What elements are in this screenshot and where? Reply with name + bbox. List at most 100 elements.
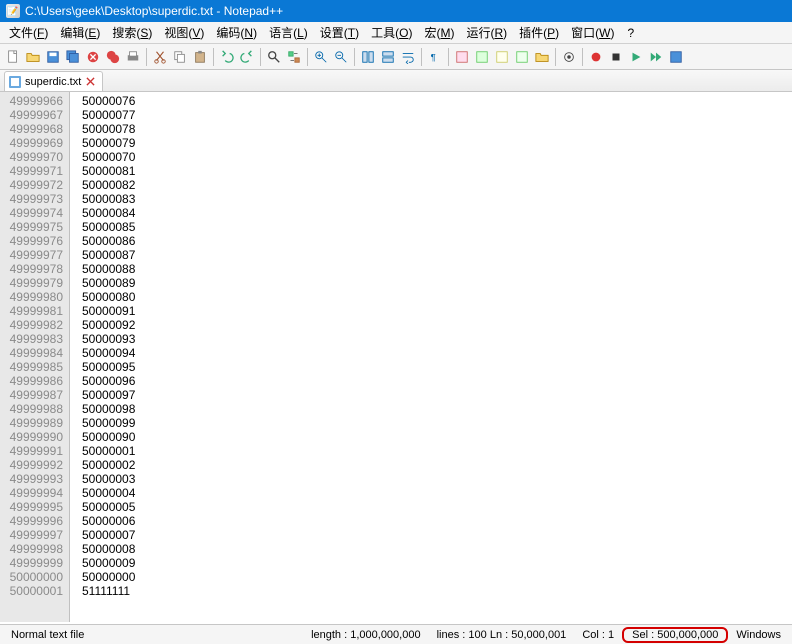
text-line[interactable]: 51111111 <box>82 584 792 598</box>
funclist-icon[interactable] <box>513 48 531 66</box>
folder-icon[interactable] <box>533 48 551 66</box>
replace-icon[interactable] <box>285 48 303 66</box>
line-number: 49999973 <box>0 192 69 206</box>
text-line[interactable]: 50000082 <box>82 178 792 192</box>
text-line[interactable]: 50000070 <box>82 150 792 164</box>
zoom-in-icon[interactable] <box>312 48 330 66</box>
tab-active[interactable]: superdic.txt <box>4 71 103 91</box>
save-macro-icon[interactable] <box>667 48 685 66</box>
menu-p[interactable]: 插件(P) <box>514 22 564 43</box>
line-number: 49999989 <box>0 416 69 430</box>
text-line[interactable]: 50000098 <box>82 402 792 416</box>
undo-icon[interactable] <box>218 48 236 66</box>
text-line[interactable]: 50000079 <box>82 136 792 150</box>
title-bar: 📝 C:\Users\geek\Desktop\superdic.txt - N… <box>0 0 792 22</box>
close-icon[interactable] <box>84 48 102 66</box>
text-line[interactable]: 50000092 <box>82 318 792 332</box>
close-all-icon[interactable] <box>104 48 122 66</box>
open-file-icon[interactable] <box>24 48 42 66</box>
new-file-icon[interactable] <box>4 48 22 66</box>
line-number: 49999991 <box>0 444 69 458</box>
sync-v-icon[interactable] <box>359 48 377 66</box>
show-chars-icon[interactable]: ¶ <box>426 48 444 66</box>
text-line[interactable]: 50000077 <box>82 108 792 122</box>
window-title: C:\Users\geek\Desktop\superdic.txt - Not… <box>25 4 283 18</box>
status-lines: lines : 100 Ln : 50,000,001 <box>429 629 575 641</box>
text-line[interactable]: 50000085 <box>82 220 792 234</box>
tab-close-icon[interactable] <box>85 76 96 87</box>
line-number: 49999977 <box>0 248 69 262</box>
text-line[interactable]: 50000094 <box>82 346 792 360</box>
text-line[interactable]: 50000093 <box>82 332 792 346</box>
menu-e[interactable]: 编辑(E) <box>55 22 105 43</box>
text-line[interactable]: 50000080 <box>82 290 792 304</box>
menu-w[interactable]: 窗口(W) <box>566 22 619 43</box>
svg-text:¶: ¶ <box>431 52 436 63</box>
paste-icon[interactable] <box>191 48 209 66</box>
status-length: length : 1,000,000,000 <box>303 629 429 641</box>
line-number: 49999979 <box>0 276 69 290</box>
menu-r[interactable]: 运行(R) <box>461 22 512 43</box>
text-line[interactable]: 50000000 <box>82 570 792 584</box>
app-icon: 📝 <box>6 4 20 18</box>
monitor-icon[interactable] <box>560 48 578 66</box>
print-icon[interactable] <box>124 48 142 66</box>
text-line[interactable]: 50000002 <box>82 458 792 472</box>
text-line[interactable]: 50000004 <box>82 486 792 500</box>
text-line[interactable]: 50000086 <box>82 234 792 248</box>
menu-l[interactable]: 语言(L) <box>264 22 313 43</box>
sync-h-icon[interactable] <box>379 48 397 66</box>
text-line[interactable]: 50000087 <box>82 248 792 262</box>
record-icon[interactable] <box>587 48 605 66</box>
menu-m[interactable]: 宏(M) <box>419 22 459 43</box>
text-line[interactable]: 50000006 <box>82 514 792 528</box>
docmap-icon[interactable] <box>493 48 511 66</box>
menu-t[interactable]: 设置(T) <box>315 22 364 43</box>
play-icon[interactable] <box>627 48 645 66</box>
text-line[interactable]: 50000007 <box>82 528 792 542</box>
play-multi-icon[interactable] <box>647 48 665 66</box>
indent-guide-icon[interactable] <box>453 48 471 66</box>
cut-icon[interactable] <box>151 48 169 66</box>
stop-icon[interactable] <box>607 48 625 66</box>
text-line[interactable]: 50000078 <box>82 122 792 136</box>
editor-content[interactable]: 5000007650000077500000785000007950000070… <box>70 92 792 622</box>
text-line[interactable]: 50000003 <box>82 472 792 486</box>
menu-s[interactable]: 搜索(S) <box>107 22 157 43</box>
text-line[interactable]: 50000090 <box>82 430 792 444</box>
text-line[interactable]: 50000088 <box>82 262 792 276</box>
udlang-icon[interactable] <box>473 48 491 66</box>
text-line[interactable]: 50000005 <box>82 500 792 514</box>
line-number: 49999987 <box>0 388 69 402</box>
menu-o[interactable]: 工具(O) <box>366 22 417 43</box>
wrap-icon[interactable] <box>399 48 417 66</box>
menu-bar: 文件(F)编辑(E)搜索(S)视图(V)编码(N)语言(L)设置(T)工具(O)… <box>0 22 792 44</box>
text-line[interactable]: 50000095 <box>82 360 792 374</box>
status-filetype: Normal text file <box>3 629 92 641</box>
text-line[interactable]: 50000076 <box>82 94 792 108</box>
text-line[interactable]: 50000089 <box>82 276 792 290</box>
text-line[interactable]: 50000008 <box>82 542 792 556</box>
save-all-icon[interactable] <box>64 48 82 66</box>
text-line[interactable]: 50000096 <box>82 374 792 388</box>
zoom-out-icon[interactable] <box>332 48 350 66</box>
text-line[interactable]: 50000097 <box>82 388 792 402</box>
redo-icon[interactable] <box>238 48 256 66</box>
menu-v[interactable]: 视图(V) <box>159 22 209 43</box>
find-icon[interactable] <box>265 48 283 66</box>
menu-f[interactable]: 文件(F) <box>4 22 53 43</box>
editor[interactable]: 4999996649999967499999684999996949999970… <box>0 92 792 622</box>
text-line[interactable]: 50000084 <box>82 206 792 220</box>
line-number: 49999996 <box>0 514 69 528</box>
text-line[interactable]: 50000001 <box>82 444 792 458</box>
menu-help[interactable]: ? <box>621 24 640 42</box>
line-number: 49999981 <box>0 304 69 318</box>
text-line[interactable]: 50000099 <box>82 416 792 430</box>
text-line[interactable]: 50000081 <box>82 164 792 178</box>
text-line[interactable]: 50000009 <box>82 556 792 570</box>
text-line[interactable]: 50000083 <box>82 192 792 206</box>
menu-n[interactable]: 编码(N) <box>211 22 262 43</box>
text-line[interactable]: 50000091 <box>82 304 792 318</box>
copy-icon[interactable] <box>171 48 189 66</box>
save-icon[interactable] <box>44 48 62 66</box>
